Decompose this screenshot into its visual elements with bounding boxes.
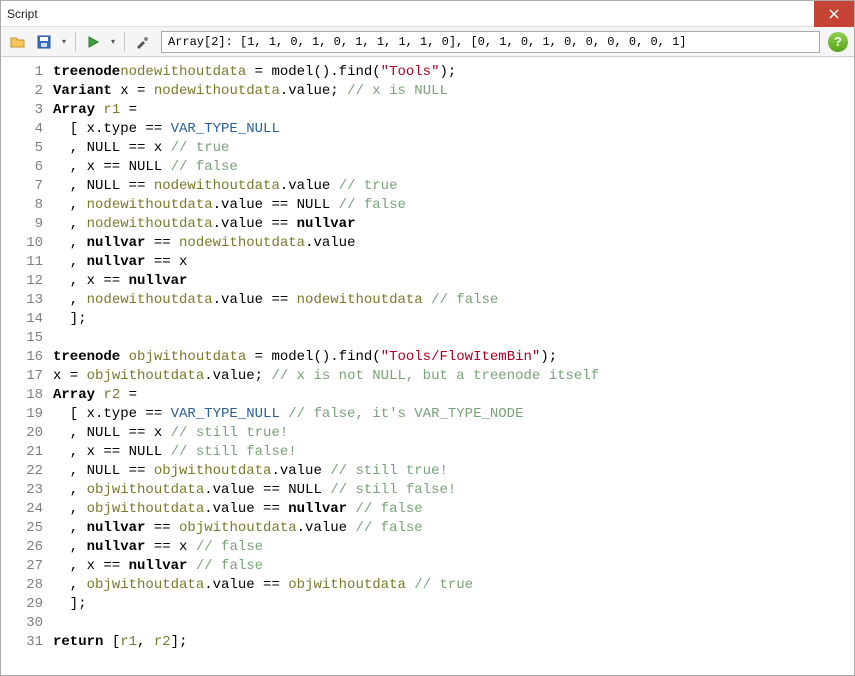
line-number: 22 (1, 462, 43, 481)
close-button[interactable] (814, 1, 854, 27)
line-number: 16 (1, 348, 43, 367)
line-number: 23 (1, 481, 43, 500)
code-line[interactable]: Array r2 = (53, 386, 854, 405)
line-number: 6 (1, 158, 43, 177)
line-number: 1 (1, 63, 43, 82)
code-line[interactable]: treenodenodewithoutdata = model().find("… (53, 63, 854, 82)
line-number: 18 (1, 386, 43, 405)
run-button[interactable] (82, 31, 104, 53)
sampler-button[interactable] (131, 31, 153, 53)
line-number: 3 (1, 101, 43, 120)
line-number: 29 (1, 595, 43, 614)
code-line[interactable]: , NULL == nodewithoutdata.value // true (53, 177, 854, 196)
line-number: 2 (1, 82, 43, 101)
code-line[interactable]: , x == NULL // still false! (53, 443, 854, 462)
code-line[interactable]: , nullvar == objwithoutdata.value // fal… (53, 519, 854, 538)
line-number-gutter: 1234567891011121314151617181920212223242… (1, 63, 53, 675)
line-number: 24 (1, 500, 43, 519)
line-number: 28 (1, 576, 43, 595)
line-number: 12 (1, 272, 43, 291)
code-line[interactable]: , objwithoutdata.value == nullvar // fal… (53, 500, 854, 519)
code-line[interactable]: , objwithoutdata.value == NULL // still … (53, 481, 854, 500)
line-number: 26 (1, 538, 43, 557)
code-line[interactable]: , nullvar == nodewithoutdata.value (53, 234, 854, 253)
code-line[interactable]: , nullvar == x (53, 253, 854, 272)
code-line[interactable]: , x == nullvar // false (53, 557, 854, 576)
code-line[interactable] (53, 614, 854, 633)
result-output[interactable]: Array[2]: [1, 1, 0, 1, 0, 1, 1, 1, 1, 0]… (161, 31, 820, 53)
toolbar: ▾ ▾ Array[2]: [1, 1, 0, 1, 0, 1, 1, 1, 1… (1, 27, 854, 57)
line-number: 21 (1, 443, 43, 462)
code-line[interactable]: , NULL == x // still true! (53, 424, 854, 443)
line-number: 5 (1, 139, 43, 158)
line-number: 14 (1, 310, 43, 329)
line-number: 8 (1, 196, 43, 215)
line-number: 31 (1, 633, 43, 652)
code-line[interactable]: Array r1 = (53, 101, 854, 120)
line-number: 17 (1, 367, 43, 386)
code-line[interactable]: , NULL == objwithoutdata.value // still … (53, 462, 854, 481)
line-number: 27 (1, 557, 43, 576)
code-line[interactable]: return [r1, r2]; (53, 633, 854, 652)
save-button[interactable] (33, 31, 55, 53)
line-number: 20 (1, 424, 43, 443)
code-line[interactable]: treenode objwithoutdata = model().find("… (53, 348, 854, 367)
code-editor[interactable]: 1234567891011121314151617181920212223242… (1, 57, 854, 675)
code-line[interactable]: ]; (53, 310, 854, 329)
line-number: 9 (1, 215, 43, 234)
separator (124, 32, 125, 52)
code-content[interactable]: treenodenodewithoutdata = model().find("… (53, 63, 854, 675)
code-line[interactable]: ]; (53, 595, 854, 614)
code-line[interactable]: [ x.type == VAR_TYPE_NULL // false, it's… (53, 405, 854, 424)
code-line[interactable]: Variant x = nodewithoutdata.value; // x … (53, 82, 854, 101)
line-number: 13 (1, 291, 43, 310)
run-dropdown-icon[interactable]: ▾ (108, 31, 118, 53)
code-line[interactable]: , x == nullvar (53, 272, 854, 291)
line-number: 19 (1, 405, 43, 424)
line-number: 7 (1, 177, 43, 196)
help-button[interactable]: ? (828, 32, 848, 52)
line-number: 15 (1, 329, 43, 348)
code-line[interactable] (53, 329, 854, 348)
window-titlebar: Script (1, 1, 854, 27)
line-number: 11 (1, 253, 43, 272)
code-line[interactable]: , nodewithoutdata.value == NULL // false (53, 196, 854, 215)
code-line[interactable]: , x == NULL // false (53, 158, 854, 177)
code-line[interactable]: [ x.type == VAR_TYPE_NULL (53, 120, 854, 139)
code-line[interactable]: , objwithoutdata.value == objwithoutdata… (53, 576, 854, 595)
save-dropdown-icon[interactable]: ▾ (59, 31, 69, 53)
separator (75, 32, 76, 52)
code-line[interactable]: , nodewithoutdata.value == nodewithoutda… (53, 291, 854, 310)
code-line[interactable]: , NULL == x // true (53, 139, 854, 158)
line-number: 10 (1, 234, 43, 253)
line-number: 25 (1, 519, 43, 538)
code-line[interactable]: , nullvar == x // false (53, 538, 854, 557)
line-number: 30 (1, 614, 43, 633)
open-button[interactable] (7, 31, 29, 53)
code-line[interactable]: , nodewithoutdata.value == nullvar (53, 215, 854, 234)
line-number: 4 (1, 120, 43, 139)
code-line[interactable]: x = objwithoutdata.value; // x is not NU… (53, 367, 854, 386)
window-title: Script (7, 7, 38, 21)
